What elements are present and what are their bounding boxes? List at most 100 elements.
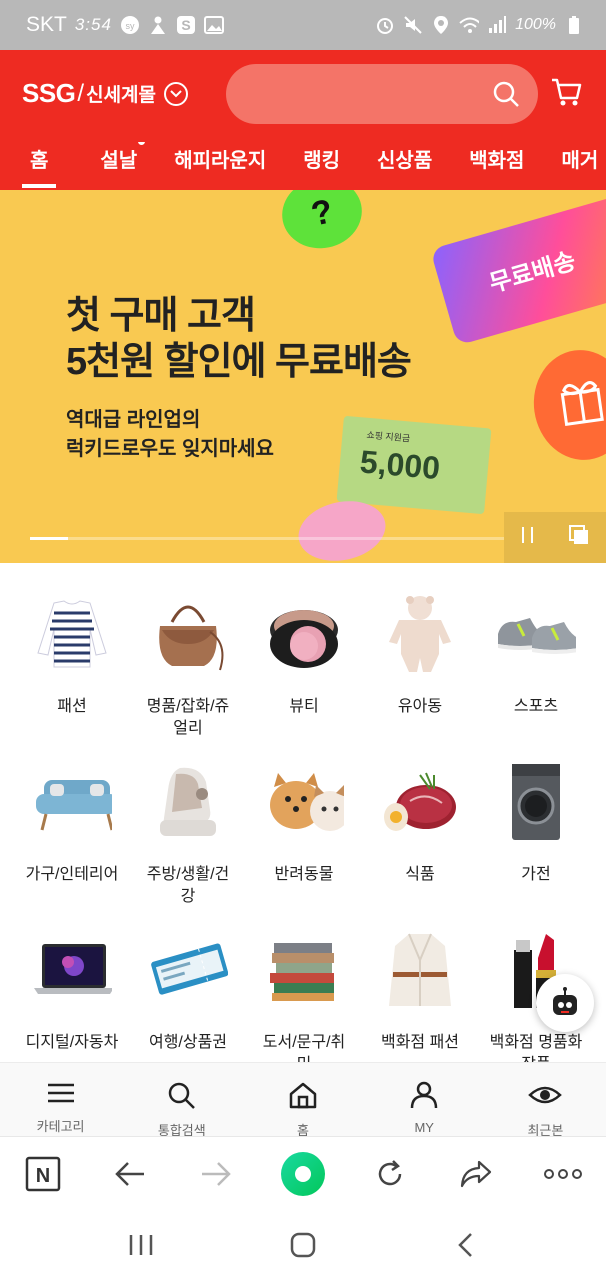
question-badge: ? [275,190,369,256]
chatbot-button[interactable] [536,974,594,1032]
svg-text:sy: sy [125,21,135,31]
nav-category[interactable]: 카테고리 [0,1063,121,1136]
tab-department-store[interactable]: 백화점 [469,142,524,175]
nav-home[interactable]: 홈 [242,1063,363,1138]
tab-happy-lounge[interactable]: 해피라운지 [174,142,266,175]
svg-text:S: S [181,17,190,33]
tab-magazine[interactable]: 매거 [561,142,598,175]
new-dot-indicator [138,142,146,145]
sneakers-icon [496,594,576,674]
search-icon [167,1081,197,1114]
steak-icon [380,762,460,842]
category-row: 패션 명품/잡화/쥬얼리 뷰티 유아동 스포츠 [14,580,594,741]
category-item[interactable]: 명품/잡화/쥬얼리 [130,580,246,741]
signal-icon [487,15,507,35]
mall-switch-chevron-icon[interactable] [164,81,189,106]
nav-recent[interactable]: 최근본 [485,1063,606,1138]
app-bottom-nav: 카테고리 통합검색 홈 MY 최근본 [0,1062,606,1138]
category-item[interactable]: 유아동 [362,580,478,741]
banner-progress-track [30,537,504,540]
search-input[interactable] [226,64,538,124]
promo-banner[interactable]: ? 무료배송 첫 구매 고객 5천원 할인에 무료배송 역대급 라인업의 럭키드… [0,190,606,563]
home-button-icon[interactable] [273,1215,333,1275]
sy-app-icon: sy [120,15,140,35]
coat-icon [380,930,460,1010]
washing-machine-icon [496,762,576,842]
category-item[interactable]: 패션 [14,580,130,741]
brand-slash: / [77,79,85,107]
alarm-icon [375,15,395,35]
category-item[interactable]: 백화점 패션 [362,916,478,1077]
category-item[interactable]: 반려동물 [246,748,362,909]
clock: 3:54 [74,15,112,34]
gallery-icon [203,15,224,35]
ticket-icon [148,930,228,1010]
category-item[interactable]: 디지털/자동차 [14,916,130,1077]
home-icon [288,1081,318,1114]
robot-icon [553,987,577,1015]
banner-progress-bar [30,537,68,540]
category-item[interactable]: 뷰티 [246,580,362,741]
banner-headline: 첫 구매 고객 5천원 할인에 무료배송 [66,295,412,383]
app-header: SSG / 신세계몰 홈 설날 해피라운지 랭킹 신상품 백화점 매거 [0,50,606,190]
s-app-icon: S [176,15,196,35]
books-icon [264,930,344,1010]
category-item[interactable]: 여행/상품권 [130,916,246,1077]
share-icon[interactable] [451,1149,501,1199]
nav-my[interactable]: MY [364,1063,485,1136]
category-item[interactable]: 가전 [478,748,594,909]
category-row: 가구/인테리어 주방/생활/건강 반려동물 식품 가전 [14,748,594,909]
browser-toolbar: N [0,1136,606,1210]
category-item[interactable]: 식품 [362,748,478,909]
category-item[interactable]: 가구/인테리어 [14,748,130,909]
gift-icon [526,343,606,467]
baby-romper-icon [380,594,460,674]
brand-main: SSG [22,78,76,108]
dog-cat-icon [264,762,344,842]
coupon-ticket: 쇼핑 지원금 5,000 [336,415,492,515]
forward-arrow-icon[interactable] [191,1149,241,1199]
eye-icon [528,1081,563,1114]
back-arrow-icon[interactable] [105,1149,155,1199]
carrier-label: SKT [26,13,67,36]
brand-sub: 신세계몰 [86,85,157,106]
user-icon [409,1081,439,1114]
massage-chair-icon [148,762,228,842]
battery-percent: 100% [515,16,556,33]
green-dot-button[interactable] [278,1149,328,1199]
back-icon[interactable] [435,1215,495,1275]
recent-apps-icon[interactable] [111,1215,171,1275]
tab-seollal[interactable]: 설날 [100,142,146,175]
view-all-icon[interactable] [568,524,590,551]
tab-ranking[interactable]: 랭킹 [303,142,340,175]
status-bar: SKT 3:54 sy S 100% [0,0,606,50]
handbag-icon [148,594,228,674]
banner-controls [504,512,606,563]
category-item[interactable]: 스포츠 [478,580,594,741]
sofa-icon [32,762,112,842]
tab-new-products[interactable]: 신상품 [377,142,432,175]
location-icon [431,15,451,35]
refresh-icon[interactable] [365,1149,415,1199]
free-shipping-truck: 무료배송 [430,194,606,346]
laptop-icon [32,930,112,1010]
cushion-compact-icon [264,594,344,674]
striped-shirt-icon [32,594,112,674]
battery-icon [564,15,584,35]
category-item[interactable]: 주방/생활/건강 [130,748,246,909]
cart-icon[interactable] [550,76,582,113]
tab-home[interactable]: 홈 [21,142,58,188]
search-icon[interactable] [492,80,520,113]
system-nav-bar [0,1210,606,1280]
person-notification-icon [148,15,168,35]
more-menu-icon[interactable] [538,1149,588,1199]
brand-logo[interactable]: SSG / 신세계몰 [22,78,189,109]
wifi-icon [459,15,480,35]
menu-icon [46,1081,76,1110]
pause-icon[interactable] [520,525,536,550]
mute-icon [403,15,423,35]
nav-search[interactable]: 통합검색 [121,1063,242,1138]
banner-subtext: 역대급 라인업의 럭키드로우도 잊지마세요 [66,409,274,460]
naver-home-button[interactable]: N [18,1149,68,1199]
category-item[interactable]: 도서/문구/취미 [246,916,362,1077]
